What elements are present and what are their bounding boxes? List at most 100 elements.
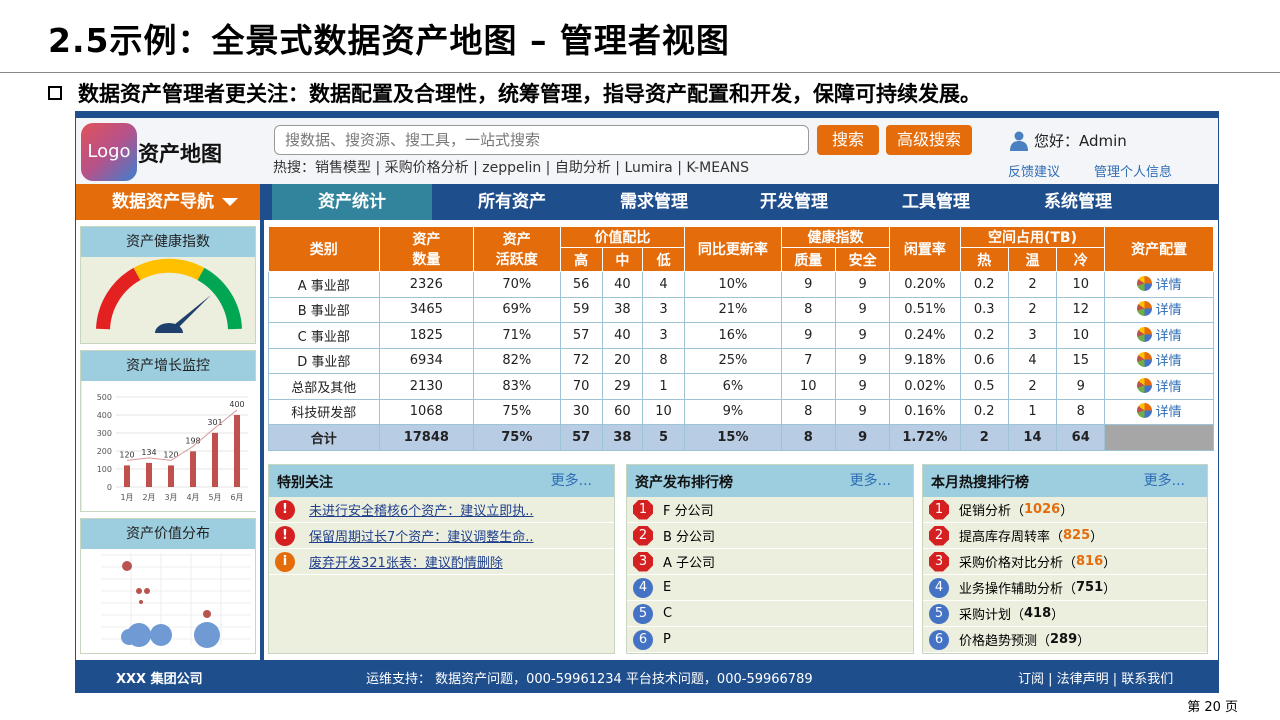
tab-system-mgmt[interactable]: 系统管理	[1008, 184, 1148, 220]
table-cell: 4	[1007, 347, 1058, 374]
health-index-panel: 资产健康指数	[80, 226, 256, 344]
col-activity: 资产 活跃度	[473, 226, 561, 272]
x-tick-label: 1月	[120, 493, 133, 502]
x-tick-label: 3月	[164, 493, 177, 502]
table-cell: 75%	[473, 398, 561, 425]
bubble	[122, 561, 132, 571]
search-input[interactable]: 搜数据、搜资源、搜工具，一站式搜索	[274, 125, 809, 155]
publish-item[interactable]: 4E	[627, 575, 913, 601]
hot-search-box: 本月热搜排行榜 更多... 1 促销分析（ 1026） 2 提高库存周转率（ 825） 3 采…	[922, 464, 1208, 654]
attention-item-text[interactable]: 未进行安全稽核6个资产：建议立即执..	[309, 500, 534, 519]
asset-map-app: Logo 资产地图 搜数据、搜资源、搜工具，一站式搜索 搜索 高级搜索 热搜：销…	[75, 111, 1219, 693]
detail-link[interactable]: 详情	[1136, 325, 1182, 344]
hot-search-paren: ）	[1051, 608, 1065, 623]
title-divider	[0, 72, 1280, 73]
table-row: 科技研发部 1068 75% 30 60 10 9% 8 9 0.16% 0.2 1 8 详情	[268, 398, 1214, 425]
hot-search-item[interactable]: 3 采购价格对比分析（ 816）	[923, 549, 1207, 575]
detail-link[interactable]: 详情	[1136, 401, 1182, 420]
detail-link[interactable]: 详情	[1136, 376, 1182, 395]
total-cell: 75%	[473, 424, 561, 451]
table-cell: 10%	[684, 271, 782, 298]
table-cell: 40	[601, 271, 643, 298]
subtitle-text: 数据资产管理者更关注：数据配置及合理性，统筹管理，指导资产配置和开发，保障可持续…	[78, 82, 981, 106]
total-row: 合计 17848 75% 57 38 5 15% 8 9 1.72% 2 14 64	[268, 424, 1214, 451]
hot-search-name: 业务操作辅助分析（	[959, 582, 1077, 597]
rank-badge-icon: 2	[929, 525, 949, 546]
publish-item[interactable]: 6P	[627, 627, 913, 653]
bar	[168, 465, 174, 487]
hot-search-more-link[interactable]: 更多...	[1144, 470, 1185, 490]
table-cell: 8	[641, 347, 686, 374]
attention-item-text[interactable]: 废弃开发321张表：建议酌情删除	[309, 552, 503, 571]
y-tick-label: 0	[107, 483, 112, 492]
table-cell: 3	[641, 296, 686, 323]
detail-link[interactable]: 详情	[1136, 350, 1182, 369]
total-cell: 5	[641, 424, 686, 451]
tab-asset-stats[interactable]: 资产统计	[272, 184, 432, 220]
table-cell: 69%	[473, 296, 561, 323]
attention-item[interactable]: i 废弃开发321张表：建议酌情删除	[269, 549, 614, 575]
publish-item[interactable]: 2 B 分公司	[627, 523, 913, 549]
footer-links[interactable]: 订阅 | 法律声明 | 联系我们	[1018, 668, 1173, 687]
attention-more-link[interactable]: 更多...	[551, 470, 592, 490]
table-cell: 10	[641, 398, 686, 425]
table-cell: 8	[1056, 398, 1106, 425]
col-hot: 热	[959, 247, 1009, 272]
y-tick-label: 300	[97, 429, 112, 438]
user-icon	[1010, 131, 1028, 151]
manage-profile-link[interactable]: 管理个人信息	[1094, 161, 1172, 180]
publish-more-link[interactable]: 更多...	[850, 470, 891, 490]
hot-search-item[interactable]: 4 业务操作辅助分析（ 751）	[923, 575, 1207, 601]
publish-item[interactable]: 1 F 分公司	[627, 497, 913, 523]
feedback-link[interactable]: 反馈建议	[1008, 161, 1060, 180]
search-button[interactable]: 搜索	[817, 125, 879, 155]
hot-search-item[interactable]: 6 价格趋势预测（ 289）	[923, 627, 1207, 653]
y-tick-label: 100	[97, 465, 112, 474]
total-config-cell	[1104, 424, 1214, 451]
table-cell: 0.20%	[889, 271, 961, 298]
bubble	[194, 622, 220, 648]
tab-tool-mgmt[interactable]: 工具管理	[866, 184, 1006, 220]
user-greeting[interactable]: 您好：Admin	[1010, 130, 1127, 151]
attention-item[interactable]: ! 未进行安全稽核6个资产：建议立即执..	[269, 497, 614, 523]
table-row: A 事业部 2326 70% 56 40 4 10% 9 9 0.20% 0.2 2 10 详情	[268, 271, 1214, 298]
total-cell: 合计	[268, 424, 380, 451]
tab-demand-mgmt[interactable]: 需求管理	[584, 184, 724, 220]
tab-dev-mgmt[interactable]: 开发管理	[724, 184, 864, 220]
hot-search-label: 热搜：	[273, 160, 315, 176]
table-cell: 3	[1007, 322, 1058, 349]
hot-search-count: 289	[1050, 632, 1078, 647]
attention-item-text[interactable]: 保留周期过长7个资产：建议调整生命..	[309, 526, 534, 545]
detail-link[interactable]: 详情	[1136, 299, 1182, 318]
col-high: 高	[559, 247, 603, 272]
hot-search-items[interactable]: 销售模型 | 采购价格分析 | zeppelin | 自助分析 | Lumira…	[315, 160, 749, 176]
table-cell: 38	[601, 296, 643, 323]
bubble	[150, 624, 172, 646]
publish-item[interactable]: 5C	[627, 601, 913, 627]
attention-item[interactable]: ! 保留周期过长7个资产：建议调整生命..	[269, 523, 614, 549]
table-cell: A 事业部	[268, 271, 380, 298]
col-warm: 温	[1007, 247, 1058, 272]
table-cell: 1	[1007, 398, 1058, 425]
detail-link[interactable]: 详情	[1136, 274, 1182, 293]
publish-item[interactable]: 3 A 子公司	[627, 549, 913, 575]
advanced-search-button[interactable]: 高级搜索	[886, 125, 972, 155]
hot-search-name: 提高库存周转率（	[959, 530, 1064, 545]
logo[interactable]: Logo	[81, 123, 137, 181]
table-cell: 7	[780, 347, 836, 374]
data-label: 301	[207, 418, 222, 427]
table-cell: 83%	[473, 373, 561, 400]
hot-search-name: 促销分析（	[959, 504, 1025, 519]
pie-chart-icon	[1136, 326, 1152, 342]
total-cell: 64	[1056, 424, 1106, 451]
asset-nav-dropdown[interactable]: 数据资产导航	[76, 184, 260, 220]
attention-box: 特别关注 更多... ! 未进行安全稽核6个资产：建议立即执.. ! 保留周期过…	[268, 464, 615, 654]
hot-search-item[interactable]: 1 促销分析（ 1026）	[923, 497, 1207, 523]
alert-icon: !	[275, 525, 295, 546]
bar	[146, 462, 152, 487]
hot-search-item[interactable]: 5 采购计划（ 418）	[923, 601, 1207, 627]
rank-badge-icon: 3	[929, 551, 949, 572]
table-cell: 3465	[378, 296, 475, 323]
hot-search-item[interactable]: 2 提高库存周转率（ 825）	[923, 523, 1207, 549]
tab-all-assets[interactable]: 所有资产	[442, 184, 582, 220]
